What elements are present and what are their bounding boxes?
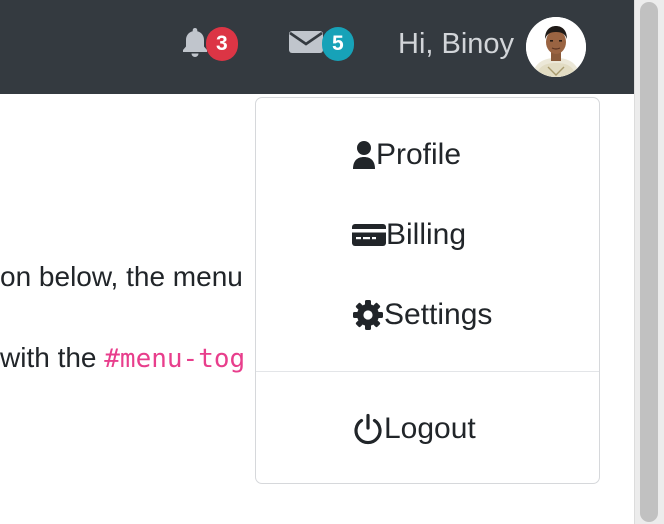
body-text-line-2-prefix: with the <box>0 342 105 373</box>
menu-item-billing[interactable]: Billing <box>352 215 466 255</box>
power-icon <box>352 413 384 445</box>
menu-item-logout-label: Logout <box>384 412 476 445</box>
menu-item-billing-label: Billing <box>386 218 467 251</box>
message-count-badge: 5 <box>322 27 354 61</box>
notification-count-badge: 3 <box>206 27 238 61</box>
body-text-line-2: with the #menu-tog <box>0 342 245 374</box>
page-content: on below, the menu with the #menu-tog <box>0 94 256 524</box>
menu-item-logout[interactable]: Logout <box>352 409 476 449</box>
credit-card-icon <box>352 222 386 248</box>
scrollbar-thumb[interactable] <box>640 2 658 522</box>
menu-item-profile[interactable]: Profile <box>352 135 461 175</box>
inline-code: #menu-tog <box>104 344 246 374</box>
messages-button[interactable]: 5 <box>288 24 354 64</box>
avatar[interactable] <box>526 17 586 77</box>
user-dropdown-menu: Profile Billing Settings Logout <box>255 97 600 484</box>
notifications-button[interactable]: 3 <box>180 24 238 64</box>
menu-item-settings-label: Settings <box>384 298 493 331</box>
menu-item-profile-label: Profile <box>376 138 462 171</box>
menu-item-settings[interactable]: Settings <box>352 295 492 335</box>
user-icon <box>352 140 376 170</box>
menu-divider <box>256 371 599 372</box>
body-text-line-1: on below, the menu <box>0 261 243 292</box>
user-greeting[interactable]: Hi, Binoy <box>398 24 514 64</box>
gear-icon <box>352 299 384 331</box>
envelope-icon <box>288 28 324 61</box>
top-navbar: 3 5 Hi, Binoy <box>0 0 634 94</box>
